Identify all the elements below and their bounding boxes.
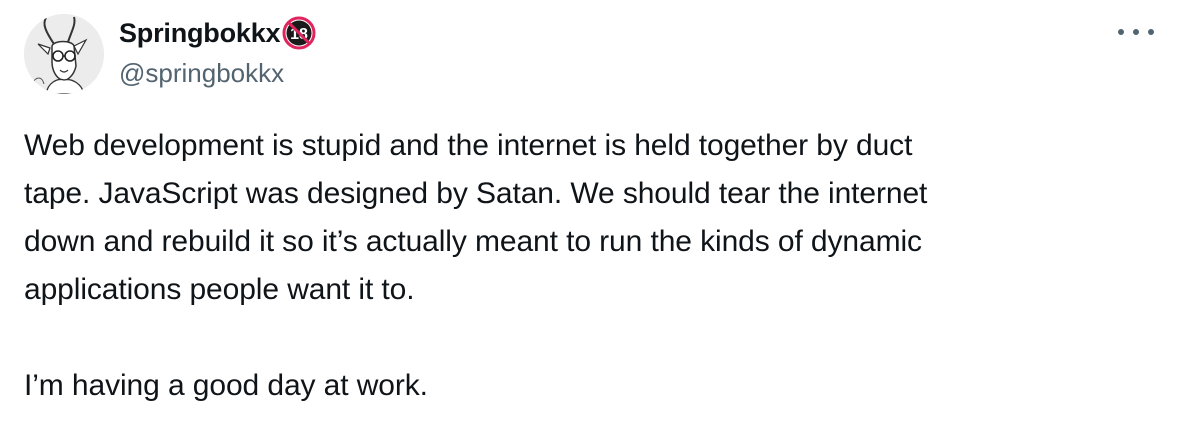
avatar[interactable] (24, 14, 104, 94)
more-dot (1133, 29, 1139, 35)
tweet-line: tape. JavaScript was designed by Satan. … (24, 177, 928, 210)
tweet-line: applications people want it to. (24, 273, 415, 306)
display-name[interactable]: Springbokkx (119, 18, 281, 49)
tweet-card: Springbokkx 18 @springbokkx Web developm… (0, 0, 1178, 428)
springbok-avatar-icon (24, 14, 104, 94)
tweet-line: Web development is stupid and the intern… (24, 129, 913, 162)
more-dot (1118, 29, 1124, 35)
more-options-icon[interactable] (1118, 20, 1154, 44)
more-dot (1148, 29, 1154, 35)
tweet-text: Web development is stupid and the intern… (24, 122, 1144, 410)
tweet-line: down and rebuild it so it’s actually mea… (24, 225, 922, 258)
author-name-row: Springbokkx 18 (119, 15, 316, 51)
tweet-line: I’m having a good day at work. (24, 369, 428, 402)
author-handle[interactable]: @springbokkx (119, 58, 284, 89)
age-18-badge-icon: 18 (282, 16, 316, 50)
